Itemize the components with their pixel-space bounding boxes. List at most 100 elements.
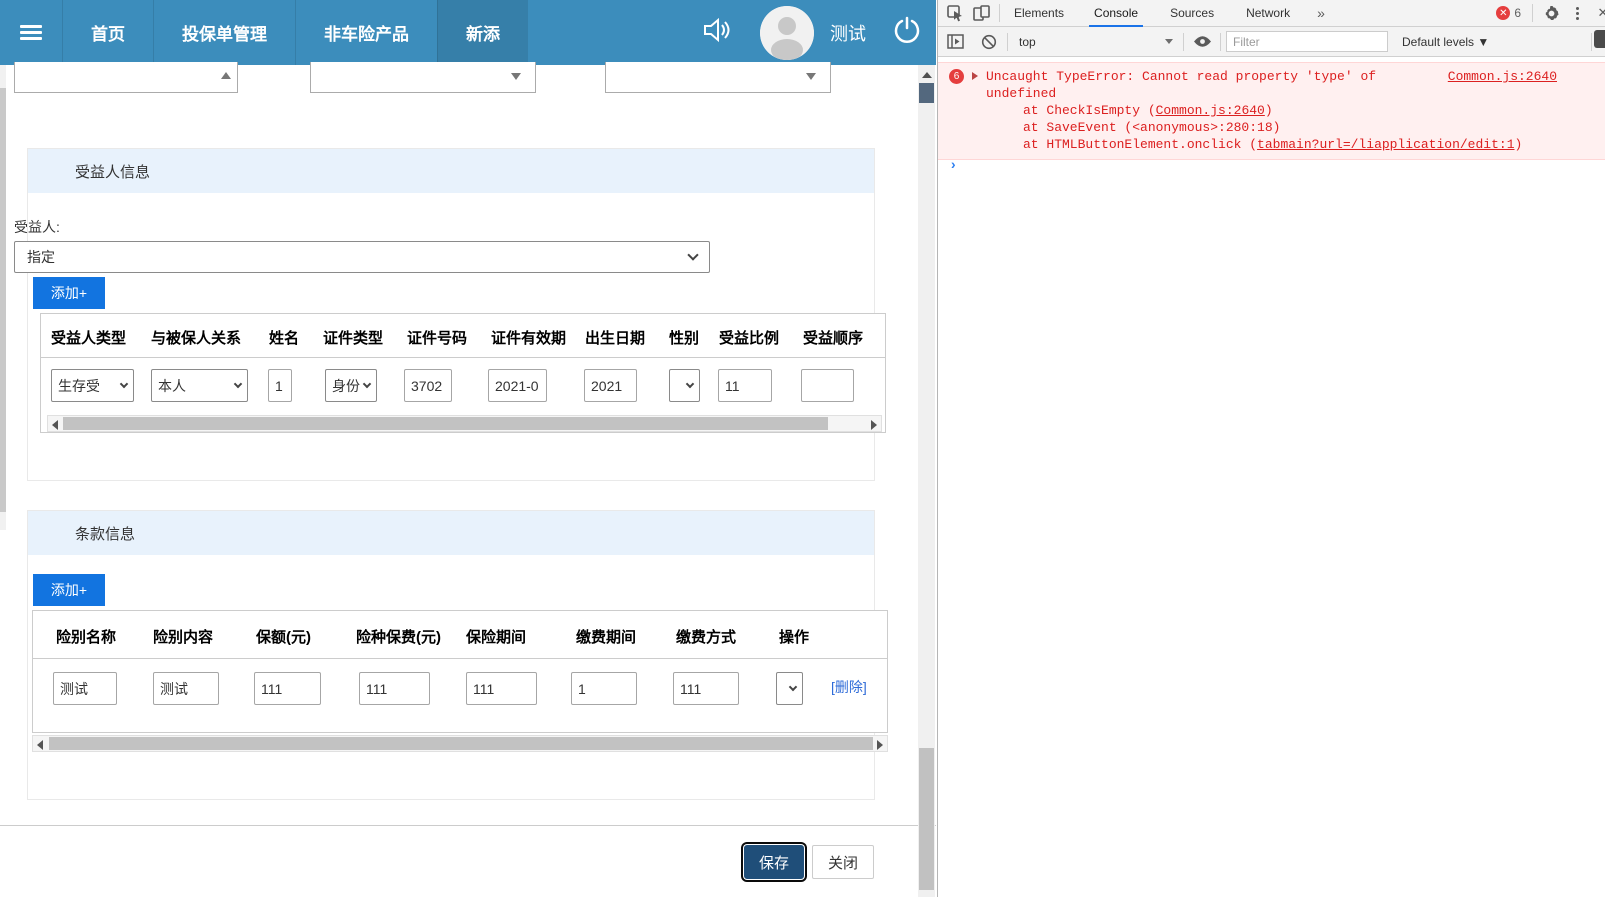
- close-devtools-icon[interactable]: ✕: [1590, 1, 1605, 25]
- console-toolbar: top Default levels ▼: [938, 27, 1605, 57]
- payment-period-input[interactable]: [571, 672, 637, 705]
- id-type-select[interactable]: 身份: [325, 369, 377, 402]
- premium-input[interactable]: [359, 672, 430, 705]
- beneficiary-section-title: 受益人信息: [75, 163, 151, 181]
- app-vertical-scrollbar[interactable]: [918, 65, 935, 897]
- tab-sources[interactable]: Sources: [1161, 0, 1223, 27]
- terms-hscrollbar[interactable]: [32, 735, 888, 752]
- scroll-right-arrow-icon[interactable]: [871, 420, 877, 430]
- console-sidebar-toggle-icon[interactable]: [942, 30, 968, 54]
- col-header: 证件号码: [407, 330, 468, 347]
- power-icon[interactable]: [892, 15, 922, 50]
- id-validity-input[interactable]: [488, 369, 547, 402]
- cutoff-select-1[interactable]: [14, 62, 238, 93]
- scroll-up-arrow-icon[interactable]: [922, 72, 932, 78]
- cell-value: 身份: [332, 377, 360, 394]
- scrollbar-thumb[interactable]: [919, 748, 934, 890]
- expand-triangle-icon[interactable]: [972, 72, 978, 80]
- col-header: 性别: [669, 330, 700, 347]
- more-tabs-button[interactable]: »: [1309, 5, 1333, 21]
- terms-add-button[interactable]: 添加+: [33, 574, 105, 606]
- clipped-toolbar-icon[interactable]: [1594, 30, 1605, 48]
- insurance-period-input[interactable]: [466, 672, 537, 705]
- hscrollbar-thumb[interactable]: [63, 417, 828, 430]
- menu-toggle-button[interactable]: [0, 0, 62, 65]
- inner-scrollbar-thumb[interactable]: [0, 88, 6, 512]
- footer-divider: [0, 825, 936, 826]
- stack-text: at SaveEvent (<anonymous>:280:18): [1023, 120, 1281, 135]
- save-button[interactable]: 保存: [744, 845, 804, 879]
- tab-elements[interactable]: Elements: [1005, 0, 1073, 27]
- birth-date-input[interactable]: [584, 369, 637, 402]
- gender-select[interactable]: [669, 369, 700, 402]
- stack-frame: at SaveEvent (<anonymous>:280:18): [986, 119, 1605, 136]
- id-number-input[interactable]: [404, 369, 452, 402]
- nav-item-home[interactable]: 首页: [62, 0, 153, 65]
- stack-link[interactable]: tabmain?url=/liapplication/edit:1: [1257, 137, 1514, 152]
- beneficiary-add-button[interactable]: 添加+: [33, 277, 105, 309]
- toolbar-separator: [1591, 32, 1592, 51]
- scrollbar-thumb-dark[interactable]: [919, 83, 934, 103]
- toolbar-separator: [1220, 32, 1221, 51]
- frame-context-select[interactable]: top: [1013, 35, 1173, 49]
- stack-text: at HTMLButtonElement.onclick (: [1023, 137, 1258, 152]
- device-toolbar-icon[interactable]: [968, 1, 994, 25]
- dropdown-arrow-icon: [511, 73, 521, 80]
- toolbar-separator: [999, 4, 1000, 22]
- col-header: 受益顺序: [803, 330, 864, 347]
- kebab-menu-icon[interactable]: [1564, 1, 1590, 25]
- toolbar-separator: [1007, 32, 1008, 51]
- console-filter-input[interactable]: [1226, 31, 1388, 52]
- beneficiary-type-cell-select[interactable]: 生存受: [51, 369, 134, 402]
- close-button[interactable]: 关闭: [812, 845, 874, 879]
- speaker-icon[interactable]: [702, 16, 732, 49]
- avatar[interactable]: [760, 5, 814, 60]
- terms-table: 险别名称 险别内容 保额(元) 险种保费(元) 保险期间 缴费期间 缴费方式 操…: [32, 610, 888, 733]
- nav-item-policy-mgmt[interactable]: 投保单管理: [153, 0, 295, 65]
- log-levels-select[interactable]: Default levels ▼: [1402, 35, 1489, 49]
- terms-table-header: 险别名称 险别内容 保额(元) 险种保费(元) 保险期间 缴费期间 缴费方式 操…: [33, 611, 887, 659]
- nav-item-nonauto-products[interactable]: 非车险产品: [295, 0, 437, 65]
- nav-item-new-add[interactable]: 新添: [437, 0, 528, 65]
- eye-icon[interactable]: [1189, 30, 1215, 54]
- beneficiary-type-value: 指定: [27, 249, 55, 265]
- error-count-badge[interactable]: ✕ 6: [1496, 6, 1521, 20]
- relation-select[interactable]: 本人: [151, 369, 248, 402]
- payment-method-input[interactable]: [673, 672, 739, 705]
- chevron-down-icon: [685, 379, 695, 389]
- benefit-order-input[interactable]: [801, 369, 854, 402]
- insured-amount-input[interactable]: [254, 672, 321, 705]
- gear-icon[interactable]: [1538, 1, 1564, 25]
- beneficiary-table-row: 生存受 本人 身份: [41, 358, 885, 414]
- error-source-link[interactable]: Common.js:2640: [1448, 68, 1557, 85]
- inner-vertical-scrollbar[interactable]: [0, 65, 6, 530]
- col-header: 保额(元): [256, 629, 311, 646]
- risk-content-input[interactable]: [153, 672, 219, 705]
- inspect-element-icon[interactable]: [942, 1, 968, 25]
- terms-table-row: [删除]: [33, 659, 887, 734]
- console-prompt-chevron[interactable]: ›: [949, 158, 957, 174]
- cutoff-select-3[interactable]: [605, 62, 831, 93]
- scroll-left-arrow-icon[interactable]: [37, 740, 43, 750]
- beneficiary-type-select[interactable]: 指定: [14, 241, 710, 273]
- clear-console-icon[interactable]: [976, 30, 1002, 54]
- duplicate-count-badge: 6: [949, 69, 964, 84]
- scroll-left-arrow-icon[interactable]: [52, 420, 58, 430]
- stack-link[interactable]: Common.js:2640: [1156, 103, 1265, 118]
- name-input[interactable]: [268, 369, 292, 402]
- tab-network[interactable]: Network: [1237, 0, 1299, 27]
- console-error-entry[interactable]: 6 Uncaught TypeError: Cannot read proper…: [938, 62, 1605, 160]
- scroll-right-arrow-icon[interactable]: [877, 740, 883, 750]
- cell-value: 生存受: [58, 377, 100, 394]
- payment-method-select[interactable]: [776, 672, 803, 705]
- tab-console[interactable]: Console: [1085, 0, 1147, 27]
- error-message: Uncaught TypeError: Cannot read property…: [986, 69, 1377, 101]
- benefit-ratio-input[interactable]: [718, 369, 772, 402]
- cutoff-select-2[interactable]: [310, 62, 536, 93]
- beneficiary-hscrollbar[interactable]: [47, 415, 882, 432]
- hscrollbar-thumb[interactable]: [49, 737, 873, 750]
- cell-value: 本人: [158, 377, 186, 394]
- delete-row-link[interactable]: [删除]: [831, 677, 867, 697]
- risk-name-input[interactable]: [53, 672, 117, 705]
- col-header: 与被保人关系: [151, 330, 242, 347]
